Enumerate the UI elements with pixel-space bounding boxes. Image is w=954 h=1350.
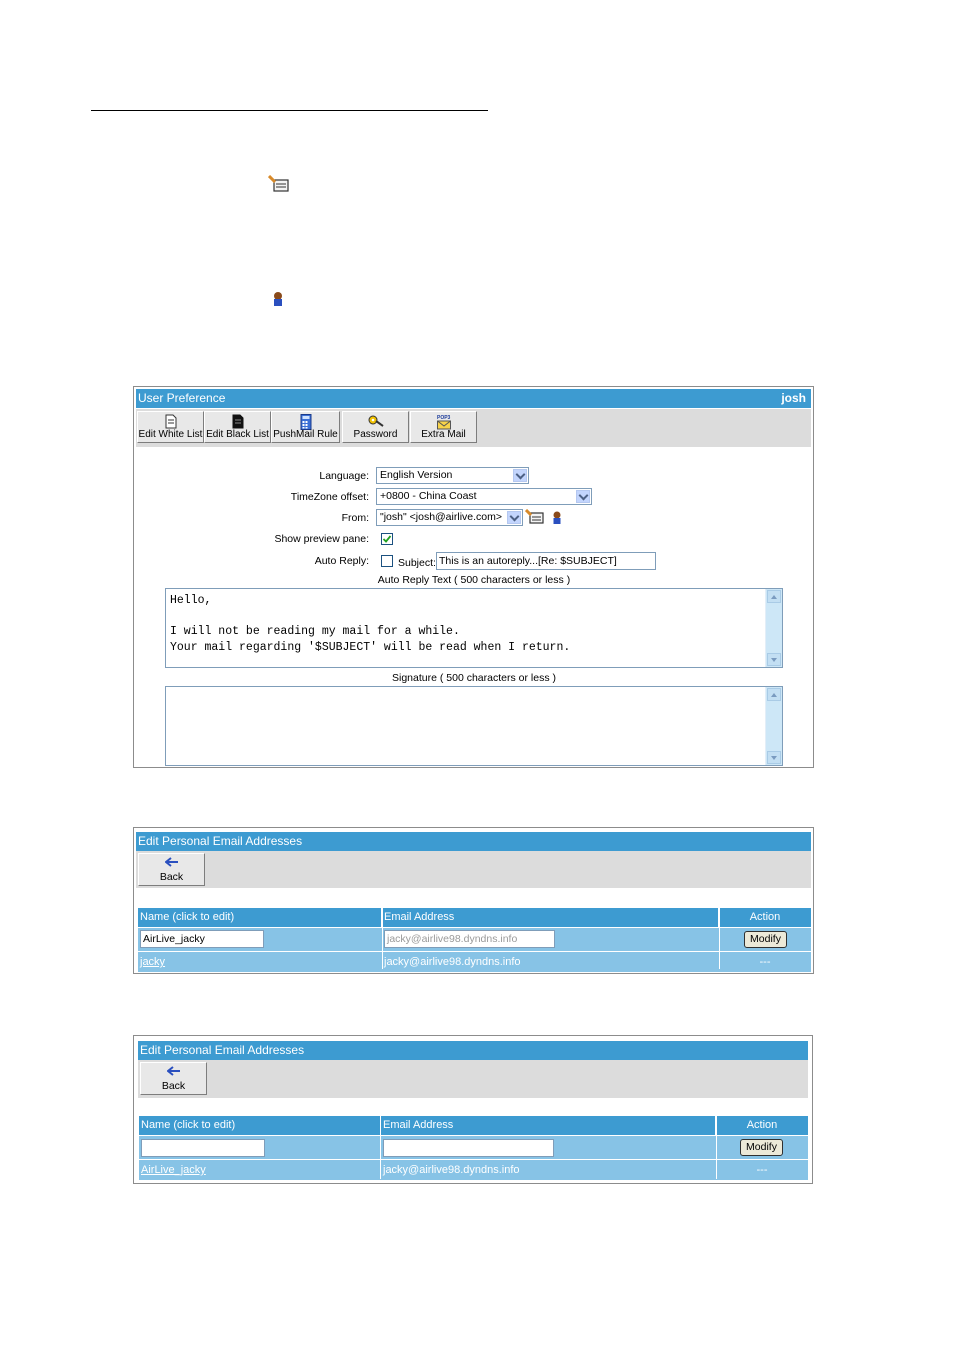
auto-reply-text: Hello, I will not be reading my mail for… [170,594,571,654]
panel-title-bar: Edit Personal Email Addresses [138,1041,808,1060]
back-button[interactable]: Back [138,853,205,886]
scroll-down-icon[interactable] [767,751,781,764]
extra-mail-button[interactable]: POP3 Extra Mail [410,411,477,443]
name-input[interactable] [141,1139,265,1157]
table-row-edit: AirLive_jacky jacky@airlive98.dyndns.inf… [138,928,811,951]
contact-email: jacky@airlive98.dyndns.info [384,956,521,968]
chevron-down-icon [576,490,590,503]
back-button[interactable]: Back [140,1062,207,1095]
back-label: Back [159,871,184,883]
language-value: English Version [380,469,453,481]
back-arrow-icon [165,1066,181,1079]
auto-reply-label: Auto Reply: [314,555,369,567]
address-book-icon[interactable] [524,508,545,528]
horizontal-rule [91,110,488,111]
panel-title: Edit Personal Email Addresses [138,834,303,848]
chevron-down-icon [507,511,521,524]
toolbar: Edit White List Edit Black List PushMail… [136,409,811,447]
column-divider [716,1116,717,1179]
column-header-name: Name (click to edit) [139,1116,380,1135]
language-label: Language: [319,470,369,482]
column-divider [382,908,383,969]
address-book-icon [267,174,290,193]
column-header-email: Email Address [382,908,718,927]
column-header-name: Name (click to edit) [138,908,381,927]
name-input[interactable]: AirLive_jacky [140,930,264,948]
column-header-action: Action [719,908,811,927]
column-header-action: Action [716,1116,808,1135]
toolbar-label: Edit Black List [206,429,269,440]
edit-addresses-panel-2: Edit Personal Email Addresses Back Name … [133,1035,813,1184]
column-divider [380,1116,381,1179]
contact-name-link[interactable]: AirLive_jacky [141,1160,206,1180]
edit-addresses-panel-1: Edit Personal Email Addresses Back Name … [133,827,814,974]
table-row-edit: Modify [139,1136,808,1159]
auto-reply-textarea[interactable]: Hello, I will not be reading my mail for… [165,588,783,668]
panel-title-bar: Edit Personal Email Addresses [136,832,811,851]
signature-textarea[interactable] [165,686,783,766]
contact-person-icon[interactable] [552,511,562,528]
modify-button[interactable]: Modify [740,1139,783,1156]
email-input[interactable] [383,1139,554,1157]
auto-reply-checkbox[interactable] [381,555,393,567]
contact-name-link[interactable]: jacky [140,952,165,972]
modify-button[interactable]: Modify [744,931,787,948]
table-row: jacky jacky@airlive98.dyndns.info --- [138,952,811,972]
toolbar-label: Password [353,429,398,440]
edit-black-list-button[interactable]: Edit Black List [204,411,271,443]
email-input[interactable]: jacky@airlive98.dyndns.info [384,930,555,948]
toolbar-label: Edit White List [138,429,203,440]
row-action: --- [756,1164,768,1176]
column-header-email: Email Address [381,1116,715,1135]
from-select[interactable]: "josh" <josh@airlive.com> [376,509,523,526]
preview-pane-label: Show preview pane: [274,533,369,545]
timezone-select[interactable]: +0800 - China Coast [376,488,592,505]
subject-input[interactable]: This is an autoreply...[Re: $SUBJECT] [436,552,656,570]
row-action: --- [759,956,771,968]
scrollbar[interactable] [765,589,782,667]
contact-email: jacky@airlive98.dyndns.info [383,1164,520,1176]
timezone-value: +0800 - China Coast [380,490,477,502]
chevron-down-icon [513,469,527,482]
scroll-up-icon[interactable] [767,688,781,701]
toolbar: Back [138,1060,808,1098]
edit-white-list-button[interactable]: Edit White List [137,411,204,443]
back-arrow-icon [163,857,179,870]
toolbar-label: Extra Mail [421,429,466,440]
pushmail-rule-button[interactable]: PushMail Rule [271,411,340,443]
from-value: "josh" <josh@airlive.com> [380,511,502,523]
panel-title: Edit Personal Email Addresses [140,1043,305,1057]
user-preference-panel: User Preference josh Edit White List Edi… [133,386,814,768]
panel-title-bar: User Preference josh [136,389,811,408]
language-select[interactable]: English Version [376,467,529,484]
from-label: From: [341,512,369,524]
back-label: Back [161,1080,186,1092]
svg-text:POP3: POP3 [437,415,451,421]
username: josh [781,391,806,405]
preview-pane-checkbox[interactable] [381,533,393,545]
signature-label: Signature ( 500 characters or less ) [392,672,556,684]
panel-title: User Preference [138,391,226,405]
table-row: AirLive_jacky jacky@airlive98.dyndns.inf… [139,1160,808,1180]
column-divider [719,908,720,969]
contact-person-icon [272,291,284,310]
toolbar: Back [136,851,811,888]
password-button[interactable]: Password [342,411,409,443]
subject-label: Subject: [398,557,436,569]
scroll-down-icon[interactable] [767,653,781,666]
auto-reply-text-label: Auto Reply Text ( 500 characters or less… [377,574,571,586]
scroll-up-icon[interactable] [767,590,781,603]
toolbar-label: PushMail Rule [273,429,338,440]
scrollbar[interactable] [765,687,782,765]
timezone-label: TimeZone offset: [290,491,369,503]
